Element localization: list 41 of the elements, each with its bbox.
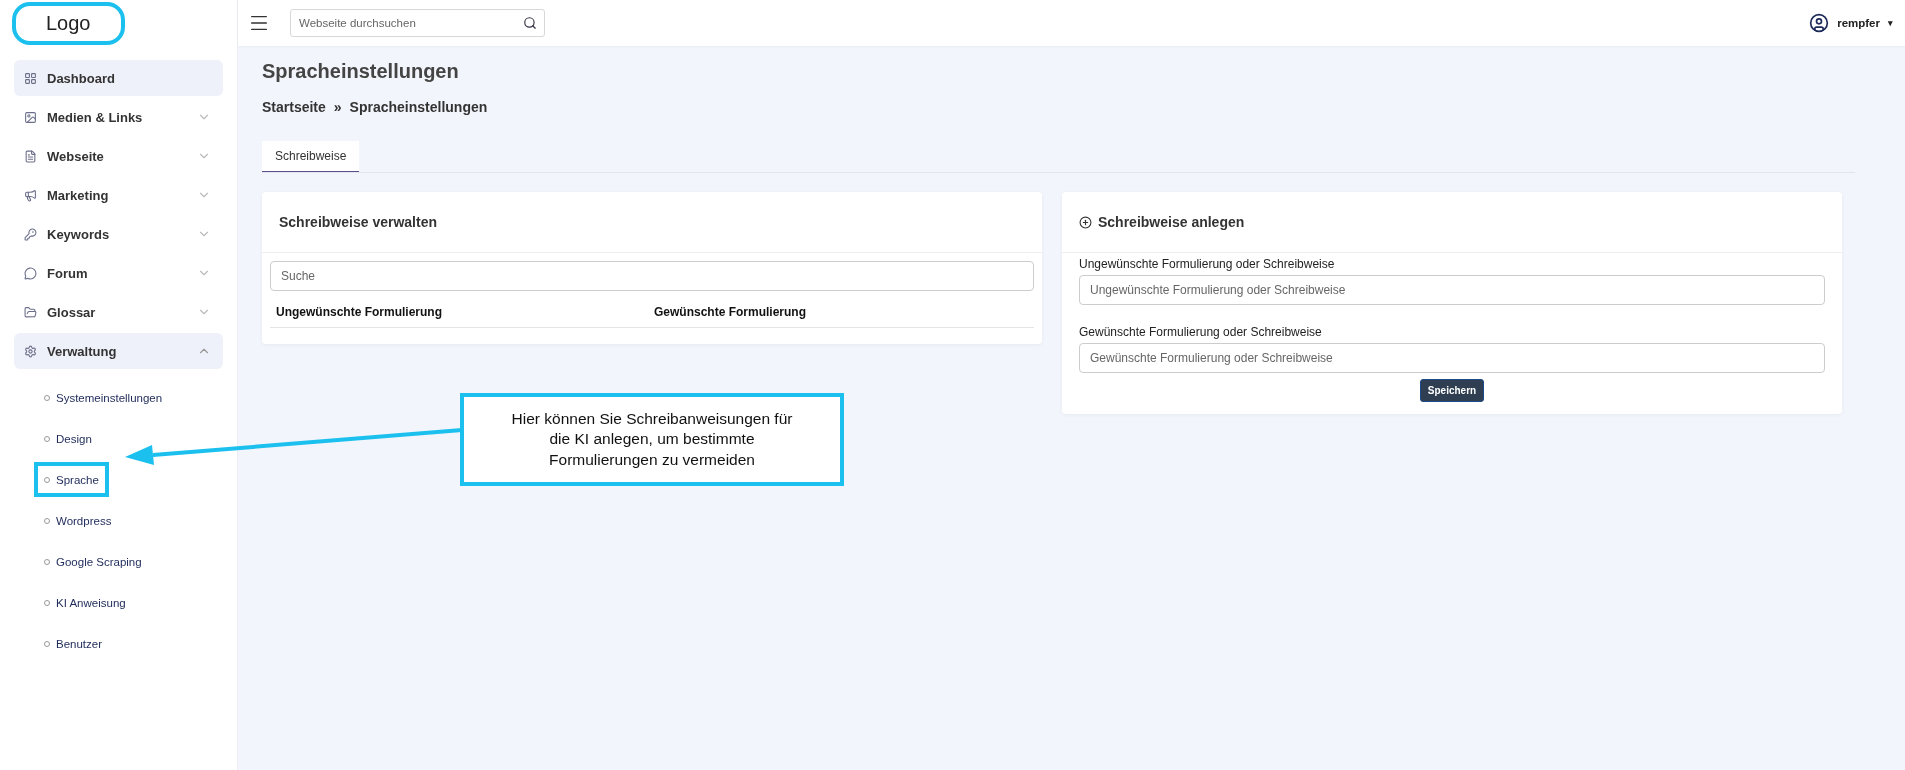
input-field[interactable]: Ungewünschte Formulierung oder Schreibweise <box>1079 275 1825 305</box>
submenu-item[interactable]: Design <box>34 421 102 456</box>
page-title: Spracheinstellungen <box>262 60 460 83</box>
nav-icon <box>24 110 37 124</box>
nav-icon <box>24 227 37 241</box>
search-field[interactable]: Webseite durchsuchen <box>290 9 545 37</box>
nav-icon <box>24 188 37 202</box>
user-menu[interactable]: rempfer ▾ <box>1809 13 1893 33</box>
submenu-item[interactable]: Systemeinstellungen <box>34 380 173 415</box>
plus-icon <box>1079 215 1092 229</box>
input-field[interactable]: Gewünschte Formulierung oder Schreibweise <box>1079 343 1825 373</box>
submenu-item[interactable]: Wordpress <box>34 503 122 538</box>
sidebar-item[interactable]: Verwaltung <box>14 333 223 369</box>
nav-icon <box>24 305 37 319</box>
submenu-item[interactable]: KI Anweisung <box>34 585 136 620</box>
breadcrumb-item[interactable]: Startseite <box>262 99 326 115</box>
nav-icon <box>24 149 37 163</box>
sidebar-item[interactable]: Dashboard <box>14 60 223 96</box>
column-header: Ungewünschte Formulierung <box>276 305 443 319</box>
save-button[interactable]: Speichern <box>1419 379 1485 402</box>
logo[interactable]: Logo <box>12 1 125 45</box>
nav-icon <box>24 344 37 358</box>
search-field[interactable]: Suche <box>270 261 1034 291</box>
card-title: Schreibweise anlegen <box>1098 214 1245 230</box>
user-name: rempfer <box>1837 17 1880 29</box>
annotation-callout: Hier können Sie Schreibanweisungen für die KI anlegen, um bestimmte Formulierungen zu vermeiden <box>460 393 844 486</box>
submenu-item[interactable]: Benutzer <box>34 626 113 661</box>
card-title: Schreibweise verwalten <box>279 214 437 230</box>
submenu-item[interactable]: Sprache <box>34 462 109 497</box>
breadcrumb-item[interactable]: Spracheinstellungen <box>349 99 488 115</box>
nav-icon <box>24 71 37 85</box>
user-icon <box>1809 13 1830 33</box>
tab[interactable]: Schreibweise <box>262 141 360 172</box>
caret-icon: ▾ <box>1888 18 1893 28</box>
nav-icon <box>24 266 37 280</box>
search-icon[interactable] <box>523 16 537 30</box>
breadcrumb-separator: » <box>333 99 342 115</box>
field-label: Ungewünschte Formulierung oder Schreibweise <box>1079 257 1336 271</box>
submenu-item[interactable]: Google Scraping <box>34 544 152 579</box>
field-label: Gewünschte Formulierung oder Schreibweise <box>1079 325 1323 339</box>
column-header: Gewünschte Formulierung <box>654 305 807 319</box>
